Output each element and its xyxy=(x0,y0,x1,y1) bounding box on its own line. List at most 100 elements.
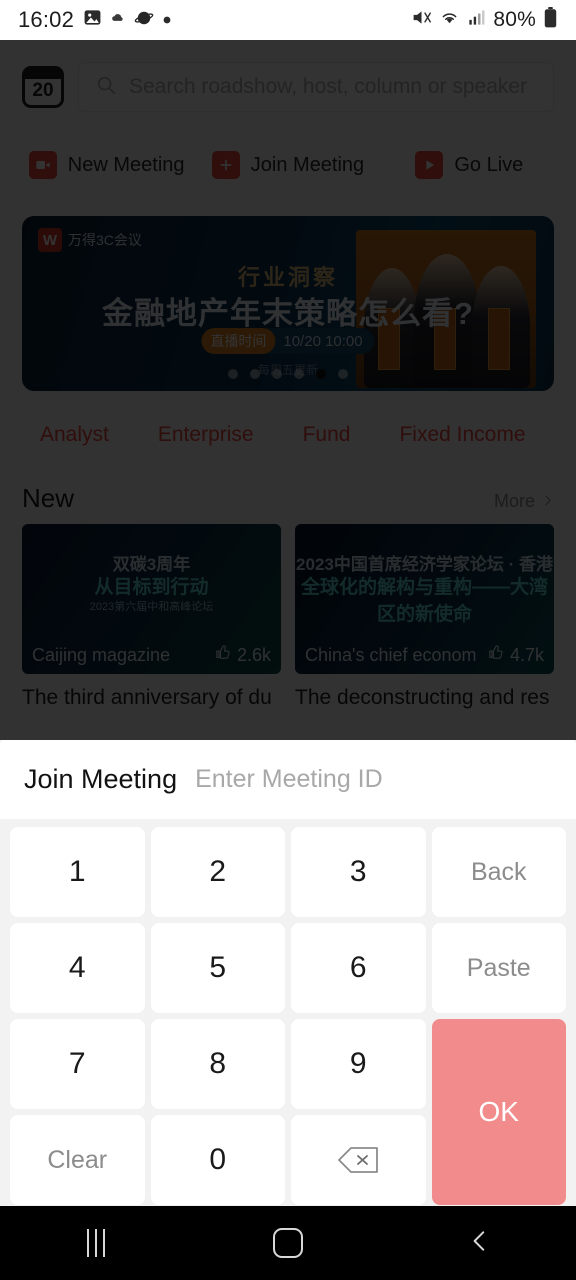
search-placeholder: Search roadshow, host, column or speaker xyxy=(129,75,528,98)
android-nav-bar xyxy=(0,1206,576,1280)
key-9[interactable]: 9 xyxy=(291,1019,426,1109)
section-title: New xyxy=(22,483,75,513)
play-icon xyxy=(415,151,444,179)
join-meeting-label: Join Meeting xyxy=(250,153,365,176)
app-content: 20 Search roadshow, host, column or spea… xyxy=(0,40,576,740)
key-paste[interactable]: Paste xyxy=(431,923,566,1013)
key-back[interactable]: Back xyxy=(431,827,566,917)
banner-pill-label: 直播时间 xyxy=(201,328,276,354)
banner-logo: W 万得3C会议 xyxy=(38,228,142,252)
card-source: Caijing magazine xyxy=(32,644,171,665)
go-live-label: Go Live xyxy=(454,153,524,176)
card-thumb-footer: Caijing magazine 2.6k xyxy=(32,644,271,666)
battery-percent: 80% xyxy=(493,8,536,31)
key-5[interactable]: 5 xyxy=(150,923,285,1013)
category-chips: Analyst Enterprise Fund Fixed Income M xyxy=(0,391,576,457)
video-camera-icon xyxy=(28,151,57,179)
chip-enterprise[interactable]: Enterprise xyxy=(139,413,272,457)
key-1[interactable]: 1 xyxy=(10,827,145,917)
planet-icon xyxy=(134,8,154,33)
wifi-icon xyxy=(439,7,460,33)
banner-title: 金融地产年末策略怎么看? xyxy=(102,296,474,331)
key-0[interactable]: 0 xyxy=(150,1115,285,1205)
card-thumb-subheading: 从目标到行动 xyxy=(94,577,209,598)
banner-dot[interactable] xyxy=(272,369,282,379)
key-7[interactable]: 7 xyxy=(10,1019,145,1109)
new-meeting-button[interactable]: New Meeting xyxy=(22,136,192,194)
card-thumb-caption: 2023第六届中和高峰论坛 xyxy=(89,601,214,613)
backspace-icon xyxy=(336,1145,380,1175)
image-icon xyxy=(83,8,102,32)
mute-icon xyxy=(411,7,432,33)
join-meeting-button[interactable]: Join Meeting xyxy=(203,136,373,194)
search-icon xyxy=(95,74,117,101)
nav-home-button[interactable] xyxy=(192,1228,384,1258)
promo-banner[interactable]: W 万得3C会议 行业洞察 金融地产年末策略怎么看? 直播时间 10/20 10… xyxy=(22,216,554,391)
recents-icon xyxy=(87,1229,105,1257)
key-backspace[interactable] xyxy=(291,1115,426,1205)
key-3[interactable]: 3 xyxy=(291,827,426,917)
key-8[interactable]: 8 xyxy=(150,1019,285,1109)
card-thumb-footer: China's chief econom 4.7k xyxy=(305,644,544,666)
section-header-new: New More xyxy=(0,457,576,524)
chip-fund[interactable]: Fund xyxy=(284,413,369,457)
go-live-button[interactable]: Go Live xyxy=(384,136,554,194)
key-6[interactable]: 6 xyxy=(291,923,426,1013)
card-like-count: 4.7k xyxy=(509,644,544,665)
dot-icon xyxy=(163,11,171,29)
sheet-header: Join Meeting Enter Meeting ID xyxy=(0,740,576,819)
banner-dot[interactable] xyxy=(338,369,348,379)
chevron-right-icon xyxy=(541,491,554,512)
phone-screen: 16:02 80% 20 Search roadshow, host, colu… xyxy=(0,0,576,1280)
back-icon xyxy=(467,1228,493,1259)
card-source: China's chief econom xyxy=(305,644,477,665)
cloud-icon xyxy=(111,11,125,30)
card-like-count: 2.6k xyxy=(236,644,271,665)
banner-dot[interactable] xyxy=(228,369,238,379)
card-likes: 4.7k xyxy=(487,644,544,666)
numeric-keypad: 1 2 3 Back 4 5 6 Paste 7 8 9 OK Clear 0 xyxy=(0,819,576,1217)
battery-icon xyxy=(543,7,558,33)
meeting-id-input[interactable]: Enter Meeting ID xyxy=(195,765,383,794)
card-likes: 2.6k xyxy=(214,644,271,666)
card-thumbnail: 双碳3周年 从目标到行动 2023第六届中和高峰论坛 Caijing magaz… xyxy=(22,524,281,674)
banner-logo-text: 万得3C会议 xyxy=(68,232,142,248)
list-item[interactable]: 2023中国首席经济学家论坛 · 香港 全球化的解构与重构——大湾区的新使命 C… xyxy=(295,524,554,710)
key-ok[interactable]: OK xyxy=(431,1019,566,1205)
calendar-icon[interactable]: 20 xyxy=(22,66,64,108)
new-card-list: 双碳3周年 从目标到行动 2023第六届中和高峰论坛 Caijing magaz… xyxy=(0,524,576,710)
status-bar-left: 16:02 xyxy=(18,7,171,33)
thumbs-up-icon xyxy=(487,644,504,666)
list-item[interactable]: 双碳3周年 从目标到行动 2023第六届中和高峰论坛 Caijing magaz… xyxy=(22,524,281,710)
quick-actions: New Meeting Join Meeting Go Live xyxy=(0,122,576,210)
status-time: 16:02 xyxy=(18,7,75,32)
nav-back-button[interactable] xyxy=(384,1228,576,1259)
nav-recents-button[interactable] xyxy=(0,1229,192,1257)
chip-partial[interactable]: M xyxy=(556,413,576,457)
chip-fixed-income[interactable]: Fixed Income xyxy=(381,413,544,457)
signal-icon xyxy=(467,8,486,32)
section-more-link[interactable]: More xyxy=(494,491,554,512)
banner-dot-active[interactable] xyxy=(316,369,326,379)
card-title: The third anniversary of du xyxy=(22,686,272,709)
home-icon xyxy=(273,1228,303,1258)
join-meeting-sheet: Join Meeting Enter Meeting ID 1 2 3 Back… xyxy=(0,740,576,1217)
banner-dot[interactable] xyxy=(294,369,304,379)
search-input[interactable]: Search roadshow, host, column or speaker xyxy=(78,62,554,112)
card-thumb-subheading: 全球化的解构与重构——大湾区的新使命 xyxy=(300,577,548,625)
banner-pill-time: 10/20 10:00 xyxy=(283,332,363,350)
status-bar-right: 80% xyxy=(411,7,558,33)
status-bar: 16:02 80% xyxy=(0,0,576,40)
new-meeting-label: New Meeting xyxy=(67,153,185,176)
key-2[interactable]: 2 xyxy=(150,827,285,917)
section-more-label: More xyxy=(493,491,535,511)
key-clear[interactable]: Clear xyxy=(10,1115,145,1205)
banner-dot[interactable] xyxy=(250,369,260,379)
banner-logo-mark: W xyxy=(38,228,62,252)
calendar-day-label: 20 xyxy=(32,80,54,101)
plus-icon xyxy=(211,151,240,179)
chip-analyst[interactable]: Analyst xyxy=(22,413,127,457)
search-row: 20 Search roadshow, host, column or spea… xyxy=(0,40,576,122)
key-4[interactable]: 4 xyxy=(10,923,145,1013)
banner-pagination-dots[interactable] xyxy=(22,369,554,379)
